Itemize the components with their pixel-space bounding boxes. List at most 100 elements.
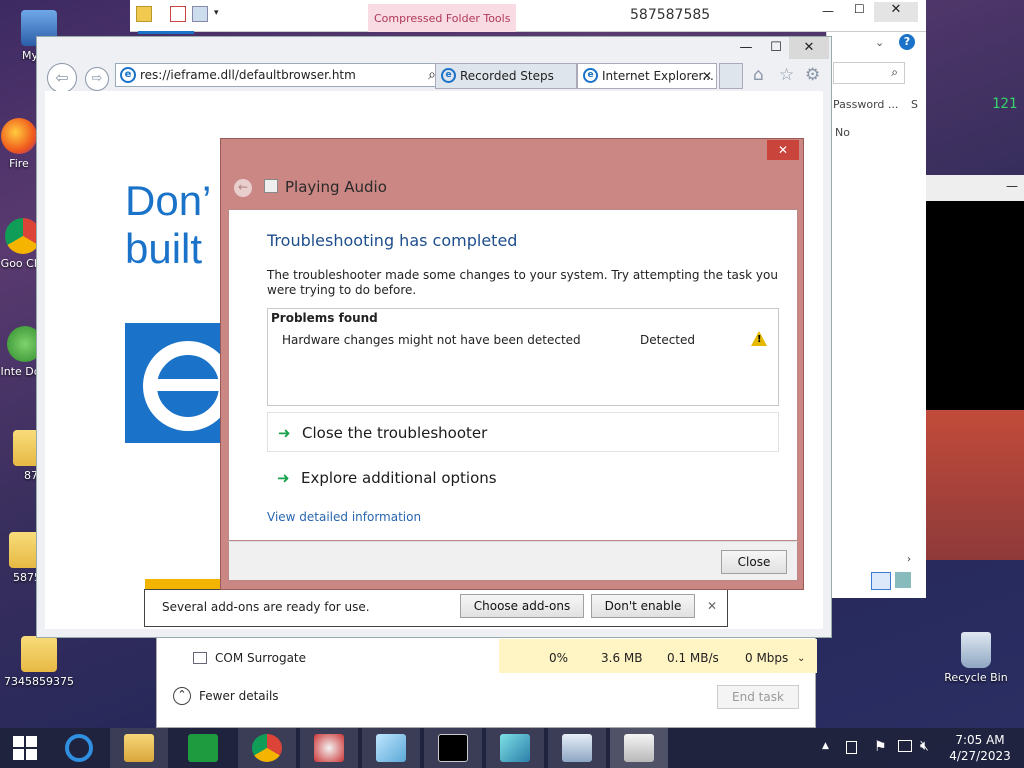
- dont-enable-button[interactable]: Don't enable: [591, 594, 695, 618]
- dialog-content: Troubleshooting has completed The troubl…: [228, 209, 798, 541]
- back-arrow-icon[interactable]: ←: [234, 179, 252, 197]
- clock-time: 7:05 AM: [955, 733, 1005, 747]
- column-header-password[interactable]: Password ...: [833, 98, 898, 111]
- desktop-icon-label: 7345859375: [4, 675, 74, 688]
- command-prompt-icon: [438, 734, 468, 762]
- tab-label: Internet Explorer...: [602, 69, 714, 83]
- explorer-window-titlebar: ▾ Compressed Folder Tools 587587585 — ☐ …: [130, 0, 926, 34]
- minimize-button[interactable]: —: [729, 37, 763, 59]
- action-center-icon[interactable]: [846, 741, 857, 754]
- taskbar-chrome[interactable]: [238, 728, 296, 768]
- home-icon[interactable]: ⌂: [753, 65, 764, 85]
- problems-header: Problems found: [271, 311, 378, 325]
- new-tab-button[interactable]: [719, 63, 743, 89]
- end-task-button[interactable]: End task: [717, 685, 799, 709]
- page-heading-line2: built: [125, 225, 203, 272]
- process-name[interactable]: COM Surrogate: [215, 651, 306, 665]
- minimize-button[interactable]: —: [822, 4, 834, 18]
- close-button[interactable]: ✕: [874, 2, 918, 22]
- help-icon[interactable]: ?: [899, 34, 915, 50]
- firefox-icon: [1, 118, 37, 154]
- green-arrow-icon: ➜: [278, 424, 291, 442]
- chevron-down-icon[interactable]: ⌄: [875, 36, 884, 49]
- choose-addons-button[interactable]: Choose add-ons: [460, 594, 584, 618]
- desktop-icon-recycle-bin[interactable]: Recycle Bin: [936, 632, 1016, 685]
- column-header-s[interactable]: S: [911, 98, 918, 111]
- close-tab-icon[interactable]: ✕: [702, 64, 712, 88]
- taskbar-file-explorer[interactable]: [110, 728, 168, 768]
- desktop-clock-digits: 121: [992, 96, 1018, 112]
- notification-accent: [145, 579, 221, 589]
- quick-access-dropdown-icon[interactable]: ▾: [214, 8, 219, 18]
- properties-icon: [170, 6, 186, 22]
- scroll-down-icon[interactable]: ⌄: [797, 653, 805, 664]
- dialog-title: Playing Audio: [285, 178, 387, 196]
- address-bar[interactable]: e res://ieframe.dll/defaultbrowser.htm ⌕…: [115, 63, 469, 87]
- desktop-icon-label: Fire: [9, 157, 29, 170]
- back-button[interactable]: ⇦: [47, 63, 77, 93]
- taskbar-snipping-tool[interactable]: [300, 728, 358, 768]
- dialog-footer: Close: [228, 541, 798, 581]
- taskbar: ▲ ⚑ 🔇︎ 7:05 AM 4/27/2023: [0, 728, 1024, 768]
- process-cpu: 0%: [549, 651, 569, 665]
- desktop-icon-label: Recycle Bin: [944, 671, 1008, 684]
- recycle-bin-icon: [961, 632, 991, 668]
- process-network: 0 Mbps: [745, 651, 789, 665]
- folder-icon: [136, 6, 152, 22]
- taskbar-app-cube[interactable]: [486, 728, 544, 768]
- tab-recorded-steps[interactable]: e Recorded Steps: [435, 63, 577, 89]
- maximize-button[interactable]: ☐: [759, 37, 793, 59]
- page-heading: Don’ built: [125, 177, 211, 273]
- large-icons-view-icon[interactable]: [895, 572, 911, 588]
- tab-label: Recorded Steps: [460, 69, 554, 83]
- zip-folder-icon: [21, 636, 57, 672]
- gear-icon[interactable]: ⚙: [805, 65, 820, 85]
- details-view-icon[interactable]: [871, 572, 891, 590]
- close-button[interactable]: ✕: [767, 140, 799, 160]
- close-notification-icon[interactable]: ✕: [707, 599, 717, 613]
- taskbar-resource-monitor[interactable]: [548, 728, 606, 768]
- dialog-heading: Troubleshooting has completed: [267, 231, 518, 250]
- view-detailed-information-link[interactable]: View detailed information: [267, 510, 421, 524]
- forward-button[interactable]: ⇨: [85, 67, 109, 91]
- favorites-star-icon[interactable]: ☆: [779, 65, 794, 85]
- close-dialog-button[interactable]: Close: [721, 550, 787, 574]
- store-icon: [188, 734, 218, 762]
- notification-message: Several add-ons are ready for use.: [162, 600, 370, 614]
- option-text: Close the troubleshooter: [302, 424, 488, 442]
- taskbar-store[interactable]: [174, 728, 232, 768]
- close-button[interactable]: ✕: [789, 37, 829, 59]
- taskbar-troubleshooter[interactable]: [610, 728, 668, 768]
- dialog-description: The troubleshooter made some changes to …: [267, 268, 778, 297]
- desktop-icon-folder-7345859375[interactable]: 7345859375: [0, 636, 78, 689]
- new-folder-icon: [192, 6, 208, 22]
- flag-icon[interactable]: ⚑: [874, 739, 887, 755]
- app-cube-icon: [500, 734, 530, 762]
- close-troubleshooter-option[interactable]: ➜ Close the troubleshooter: [267, 412, 779, 452]
- maximize-button[interactable]: ☐: [854, 2, 865, 16]
- internet-explorer-icon: [65, 734, 93, 762]
- network-icon[interactable]: [898, 740, 912, 752]
- green-arrow-icon: ➜: [277, 469, 290, 487]
- taskbar-command-prompt[interactable]: [424, 728, 482, 768]
- minimize-button[interactable]: —: [1006, 179, 1018, 193]
- tab-internet-explorer[interactable]: e Internet Explorer... ✕: [577, 63, 717, 89]
- show-hidden-icons[interactable]: ▲: [822, 741, 829, 751]
- scroll-right-icon[interactable]: ›: [907, 554, 911, 565]
- fewer-details-link[interactable]: Fewer details: [199, 689, 279, 703]
- resource-monitor-icon: [562, 734, 592, 762]
- chevron-up-icon[interactable]: ⌃: [173, 687, 191, 705]
- problem-name: Hardware changes might not have been det…: [282, 333, 581, 347]
- problems-found-panel: Problems found Hardware changes might no…: [267, 308, 779, 406]
- close-troubleshooter-label: ➜ Close the troubleshooter: [278, 424, 487, 442]
- start-button[interactable]: [0, 728, 50, 768]
- search-input[interactable]: ⌕: [833, 62, 905, 84]
- taskbar-internet-explorer[interactable]: [50, 728, 108, 768]
- volume-muted-icon[interactable]: 🔇︎: [920, 738, 929, 754]
- explore-options-option[interactable]: ➜ Explore additional options: [267, 458, 779, 498]
- background-window-titlebar: —: [926, 175, 1024, 201]
- system-clock[interactable]: 7:05 AM 4/27/2023: [948, 732, 1012, 764]
- taskbar-notepad[interactable]: [362, 728, 420, 768]
- ribbon-compressed-folder-tools-tab[interactable]: Compressed Folder Tools: [368, 4, 517, 32]
- problem-status: Detected: [640, 333, 696, 347]
